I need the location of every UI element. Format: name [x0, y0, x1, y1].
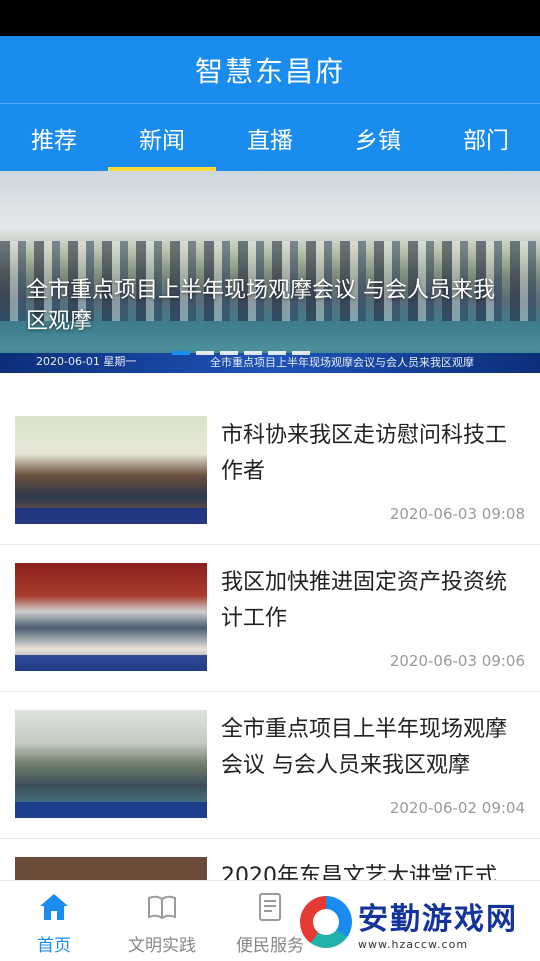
news-title: 全市重点项目上半年现场观摩会议 与会人员来我区观摩	[221, 717, 508, 778]
news-time: 2020-06-02 09:04	[389, 799, 525, 817]
news-item[interactable]: 市科协来我区走访慰问科技工作者 2020-06-03 09:08	[0, 398, 540, 545]
carousel-dot[interactable]	[292, 351, 310, 355]
news-thumbnail	[15, 563, 207, 671]
news-list: 市科协来我区走访慰问科技工作者 2020-06-03 09:08 我区加快推进固…	[0, 398, 540, 899]
news-thumbnail	[15, 416, 207, 524]
document-icon	[252, 889, 288, 925]
carousel-indicator	[172, 351, 310, 355]
news-time: 2020-06-03 09:08	[389, 505, 525, 523]
nav-label: 便民服务	[236, 936, 304, 956]
banner-caption: 全市重点项目上半年现场观摩会议 与会人员来我区观摩	[26, 278, 495, 334]
headline-banner[interactable]: 全市重点项目上半年现场观摩会议 与会人员来我区观摩 2020-06-01 星期一…	[0, 171, 540, 373]
nav-home[interactable]: 首页	[0, 881, 108, 961]
carousel-dot[interactable]	[172, 351, 190, 355]
book-icon	[144, 889, 180, 925]
nav-label: 首页	[37, 936, 71, 956]
tab-towns[interactable]: 乡镇	[324, 104, 432, 171]
carousel-dot[interactable]	[244, 351, 262, 355]
news-item[interactable]: 我区加快推进固定资产投资统计工作 2020-06-03 09:06	[0, 545, 540, 692]
carousel-dot[interactable]	[220, 351, 238, 355]
news-thumbnail	[15, 710, 207, 818]
home-icon	[36, 889, 72, 925]
news-item[interactable]: 全市重点项目上半年现场观摩会议 与会人员来我区观摩 2020-06-02 09:…	[0, 692, 540, 839]
banner-news-strip: 2020-06-01 星期一 全市重点项目上半年现场观摩会议与会人员来我区观摩	[0, 353, 540, 373]
app-title: 智慧东昌府	[194, 54, 345, 88]
category-tabs: 推荐 新闻 直播 乡镇 部门	[0, 103, 540, 171]
watermark-title: 安勤游戏网	[358, 901, 518, 937]
banner-date: 2020-06-01 星期一	[36, 355, 137, 368]
banner-strip-text: 全市重点项目上半年现场观摩会议与会人员来我区观摩	[210, 356, 474, 369]
watermark-logo-icon	[300, 896, 352, 948]
tab-news[interactable]: 新闻	[108, 104, 216, 171]
nav-civilization-practice[interactable]: 文明实践	[108, 881, 216, 961]
news-time: 2020-06-03 09:06	[389, 652, 525, 670]
nav-label: 文明实践	[128, 936, 196, 956]
tab-departments[interactable]: 部门	[432, 104, 540, 171]
app-header: 智慧东昌府	[0, 36, 540, 103]
carousel-dot[interactable]	[268, 351, 286, 355]
site-watermark: 安勤游戏网 www.hzaccw.com	[300, 884, 540, 960]
news-title: 我区加快推进固定资产投资统计工作	[221, 570, 508, 631]
watermark-url: www.hzaccw.com	[358, 937, 469, 951]
status-bar	[0, 0, 540, 36]
news-title: 市科协来我区走访慰问科技工作者	[221, 423, 508, 484]
tab-recommend[interactable]: 推荐	[0, 104, 108, 171]
tab-live[interactable]: 直播	[216, 104, 324, 171]
carousel-dot[interactable]	[196, 351, 214, 355]
